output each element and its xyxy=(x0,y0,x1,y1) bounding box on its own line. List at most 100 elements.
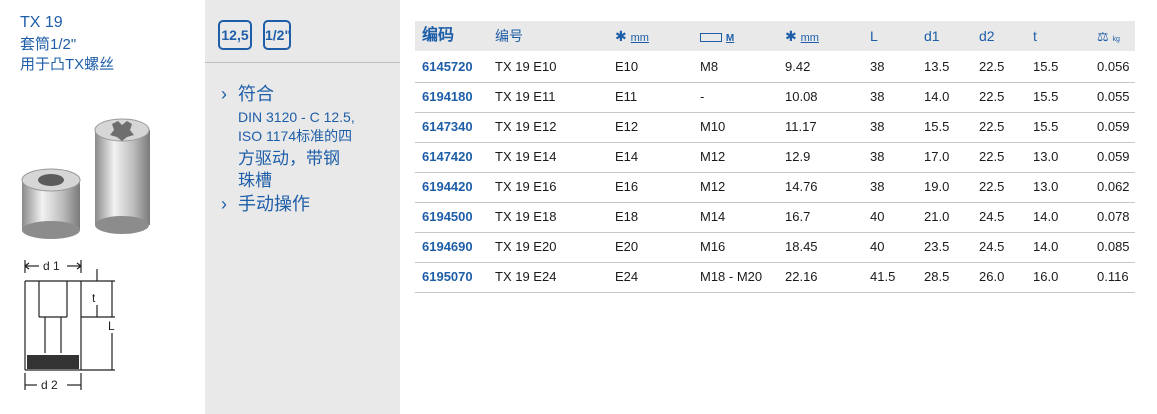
row-code: 6194420 xyxy=(422,179,473,194)
table-row: 6194690 TX 19 E20 E20 M16 18.45 40 23.5 24.5 14.… xyxy=(415,232,1135,263)
label-d1: d 1 xyxy=(43,259,60,273)
table-cell: TX 19 E18 xyxy=(495,209,557,224)
table-cell: E12 xyxy=(615,119,639,134)
table-cell: M16 xyxy=(700,239,726,254)
label-L: L xyxy=(108,319,115,333)
table-cell: 40 xyxy=(870,209,885,224)
table-cell: E20 xyxy=(615,239,639,254)
table-cell: 38 xyxy=(870,59,885,74)
label-d2: d 2 xyxy=(41,378,58,392)
socket-photo xyxy=(21,118,150,239)
table-cell: M10 xyxy=(700,119,726,134)
header-weight: ⚖ kg xyxy=(1097,29,1120,44)
scale-icon: ⚖ xyxy=(1097,29,1109,44)
table-cell: 40 xyxy=(870,239,885,254)
table-cell: 0.116 xyxy=(1097,269,1129,284)
feature-standard-line: 珠槽 xyxy=(238,171,272,190)
table-cell: E14 xyxy=(615,149,639,164)
table-row: 6147420 TX 19 E14 E14 M12 12.9 38 17.0 22.5 13.0… xyxy=(415,142,1135,173)
socket-small xyxy=(21,168,81,239)
label-t: t xyxy=(92,291,96,305)
table-cell: M14 xyxy=(700,209,726,224)
table-cell: TX 19 E10 xyxy=(495,59,557,74)
table-cell: 38 xyxy=(870,119,885,134)
feature-standard-line: DIN 3120 - C 12.5, xyxy=(238,109,355,125)
feature-manual: 手动操作 xyxy=(238,194,310,214)
table-cell: 18.45 xyxy=(785,239,818,254)
row-code: 6194690 xyxy=(422,239,473,254)
table-cell: 15.5 xyxy=(924,119,950,134)
table-cell: 17.0 xyxy=(924,149,950,164)
feature-standard-line: 方驱动，带钢 xyxy=(238,149,340,168)
table-cell: 14.0 xyxy=(924,89,950,104)
product-subtitle: 套筒1/2" xyxy=(20,36,77,53)
table-cell: E11 xyxy=(615,89,638,104)
table-cell: 0.059 xyxy=(1097,149,1130,164)
table-cell: E18 xyxy=(615,209,639,224)
table-cell: E24 xyxy=(615,269,639,284)
table-cell: 38 xyxy=(870,179,885,194)
header-thread: M xyxy=(700,21,734,51)
table-cell: 24.5 xyxy=(979,209,1005,224)
product-panel: TX 19 套筒1/2" 用于凸TX螺丝 d 1 t L d 2 xyxy=(0,0,205,414)
table-cell: 22.5 xyxy=(979,59,1005,74)
table-row: 6147340 TX 19 E12 E12 M10 11.17 38 15.5 22.5 15.… xyxy=(415,112,1135,143)
torx-icon: ✱ xyxy=(615,28,627,44)
table-cell: 15.5 xyxy=(1033,89,1059,104)
row-code: 6147340 xyxy=(422,119,473,134)
table-row: 6194500 TX 19 E18 E18 M14 16.7 40 21.0 24.5 14.0… xyxy=(415,202,1135,233)
header-length: L xyxy=(870,28,878,44)
table-cell: 22.5 xyxy=(979,89,1005,104)
table-row: 6145720 TX 19 E10 E10 M8 9.42 38 13.5 22.5 15.5 0… xyxy=(415,52,1135,83)
table-cell: 22.5 xyxy=(979,149,1005,164)
table-cell: TX 19 E24 xyxy=(495,269,557,284)
table-cell: 0.062 xyxy=(1097,179,1130,194)
table-cell: 16.0 xyxy=(1033,269,1059,284)
table-cell: E10 xyxy=(615,59,639,74)
header-number: 编号 xyxy=(495,28,523,44)
table-cell: 38 xyxy=(870,89,885,104)
table-row: 6194420 TX 19 E16 E16 M12 14.76 38 19.0 22.5 13.… xyxy=(415,172,1135,203)
table-cell: TX 19 E12 xyxy=(495,119,557,134)
table-row: 6194180 TX 19 E11 E11 - 10.08 38 14.0 22.5 15.5 0… xyxy=(415,82,1135,113)
header-t: t xyxy=(1033,28,1037,44)
table-cell: 24.5 xyxy=(979,239,1005,254)
table-cell: 0.056 xyxy=(1097,59,1130,74)
drive-size-badge: 12,5 xyxy=(218,20,252,50)
table-cell: 13.0 xyxy=(1033,149,1059,164)
table-cell: M18 - M20 xyxy=(700,269,763,284)
table-cell: TX 19 E14 xyxy=(495,149,557,164)
header-across-flats: ✱ mm xyxy=(785,28,819,44)
chevron-right-icon: › xyxy=(221,84,227,104)
feature-standard-title: 符合 xyxy=(238,84,274,104)
product-title: TX 19 xyxy=(20,14,63,31)
table-cell: 28.5 xyxy=(924,269,950,284)
drive-inch-badge: 1/2" xyxy=(263,20,291,50)
feature-standard-line: ISO 1174标准的四 xyxy=(238,128,353,144)
table-cell: 22.16 xyxy=(785,269,818,284)
table-cell: 14.0 xyxy=(1033,209,1059,224)
table-cell: 0.059 xyxy=(1097,119,1130,134)
divider xyxy=(205,62,400,63)
row-code: 6194180 xyxy=(422,89,473,104)
dimension-drawing: d 1 t L d 2 xyxy=(24,259,115,392)
chevron-right-icon: › xyxy=(221,194,227,214)
row-code: 6147420 xyxy=(422,149,473,164)
table-cell: TX 19 E11 xyxy=(495,89,556,104)
table-cell: 19.0 xyxy=(924,179,950,194)
table-cell: 0.055 xyxy=(1097,89,1130,104)
table-cell: 14.76 xyxy=(785,179,818,194)
table-header: 编码 编号 ✱ mm M ✱ mm L d1 d2 t ⚖ kg xyxy=(415,21,1135,51)
table-cell: 11.17 xyxy=(785,119,817,134)
table-cell: 23.5 xyxy=(924,239,950,254)
table-cell: 21.0 xyxy=(924,209,950,224)
row-code: 6145720 xyxy=(422,59,473,74)
header-d1: d1 xyxy=(924,28,940,44)
table-cell: TX 19 E20 xyxy=(495,239,557,254)
table-row: 6195070 TX 19 E24 E24 M18 - M20 22.16 41.5 28.… xyxy=(415,262,1135,293)
table-cell: 9.42 xyxy=(785,59,811,74)
table-cell: TX 19 E16 xyxy=(495,179,557,194)
torx-icon: ✱ xyxy=(785,28,797,44)
table-cell: E16 xyxy=(615,179,639,194)
table-cell: 13.0 xyxy=(1033,179,1059,194)
